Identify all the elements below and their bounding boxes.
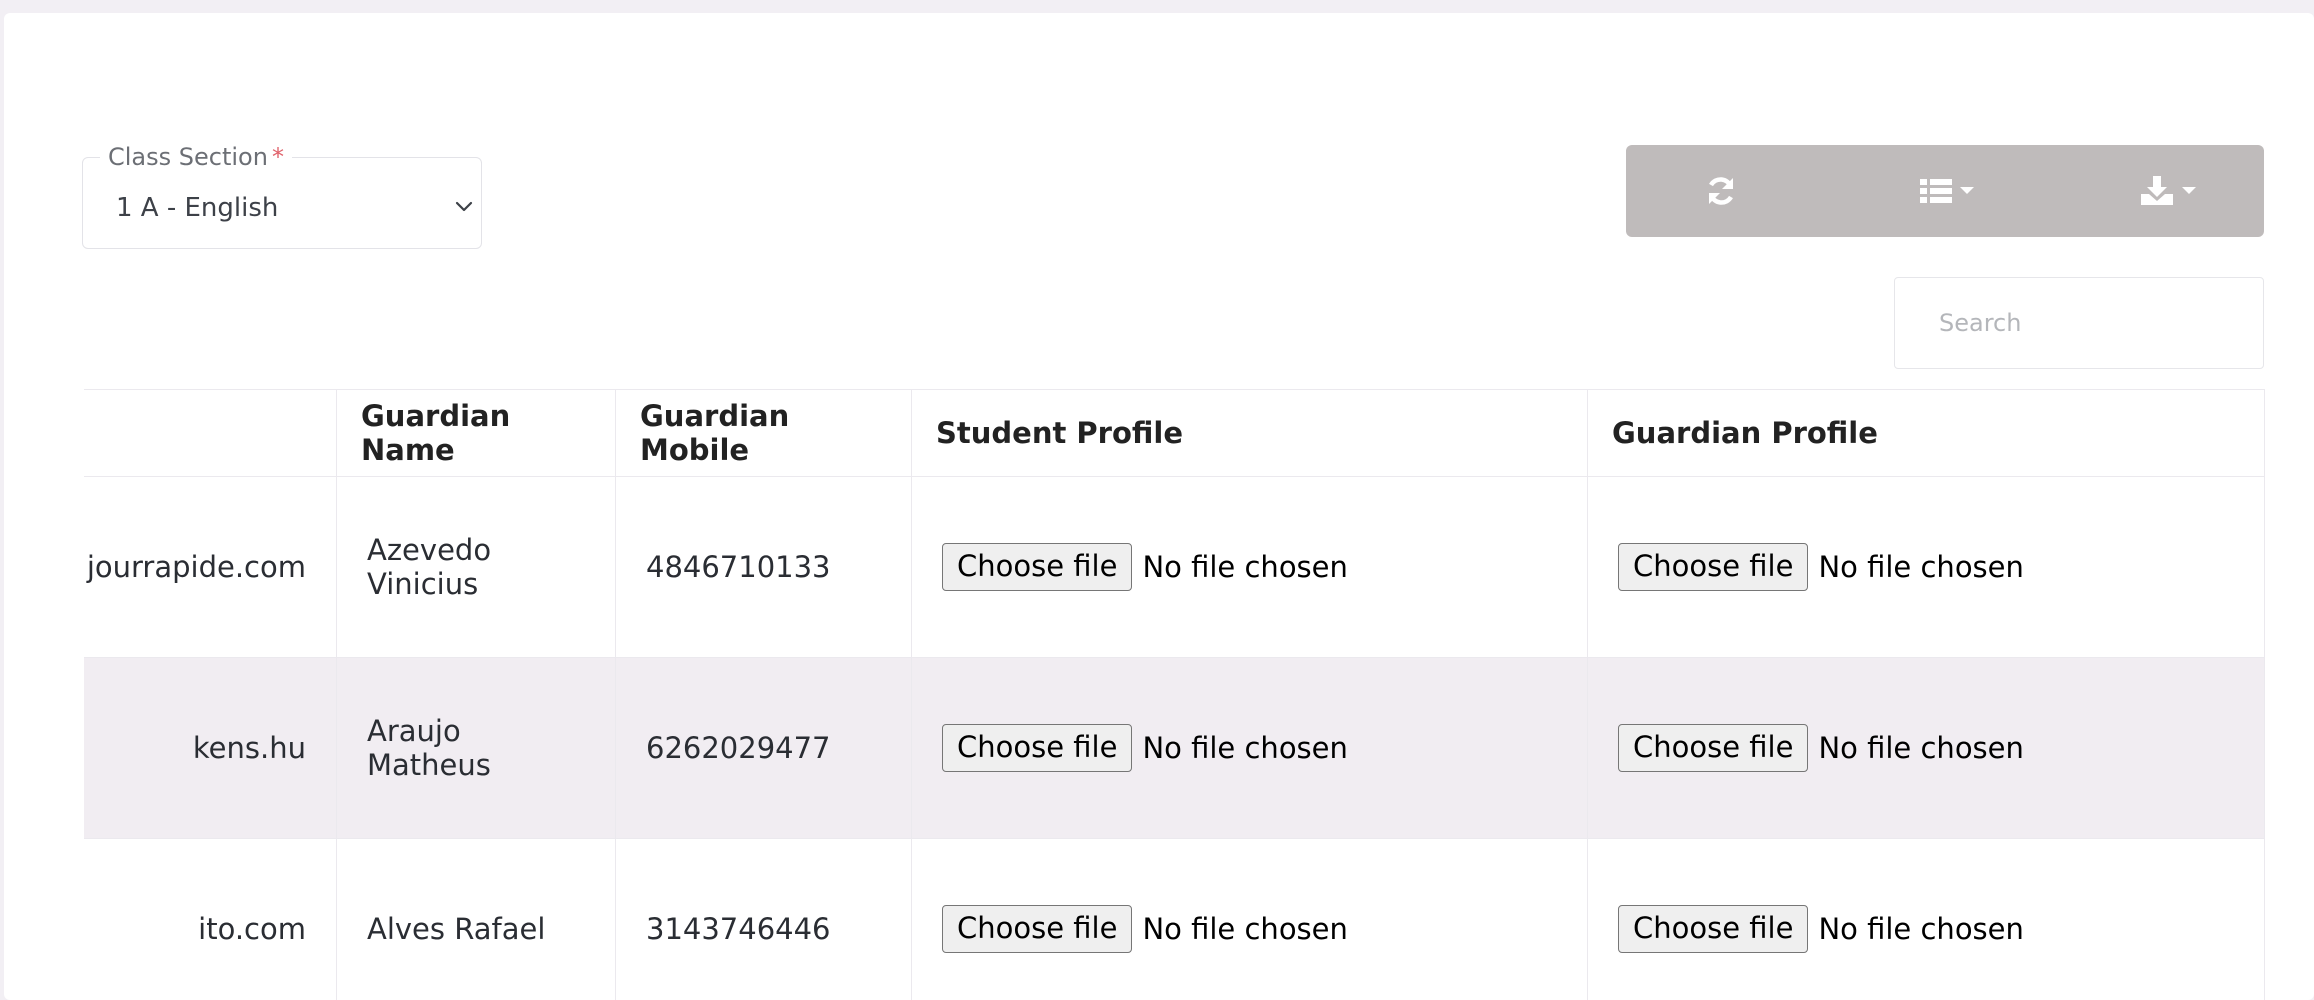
guardian-profile-cell: Choose file No file chosen xyxy=(1587,476,2265,658)
column-header-guardian-name[interactable]: Guardian Name xyxy=(336,389,616,477)
choose-file-button[interactable]: Choose file xyxy=(1618,724,1809,772)
file-status: No file chosen xyxy=(1142,550,1348,584)
table-header-row: Guardian Name Guardian Mobile Student Pr… xyxy=(84,389,2265,477)
email-text: kens.hu xyxy=(192,731,306,765)
student-profile-cell: Choose file No file chosen xyxy=(911,838,1588,1000)
student-profile-cell: Choose file No file chosen xyxy=(911,657,1588,839)
column-header-email[interactable] xyxy=(84,389,337,477)
email-cell: kens.hu xyxy=(84,657,337,839)
file-status: No file chosen xyxy=(1142,731,1348,765)
student-profile-cell: Choose file No file chosen xyxy=(911,476,1588,658)
guardian-name-cell: Araujo Matheus xyxy=(336,657,616,839)
guardian-name-cell: Alves Rafael xyxy=(336,838,616,1000)
content-card: Class Section * 1 A - English Search Gua… xyxy=(4,13,2314,1000)
choose-file-button[interactable]: Choose file xyxy=(1618,543,1809,591)
choose-file-button[interactable]: Choose file xyxy=(1618,905,1809,953)
column-header-guardian-profile[interactable]: Guardian Profile xyxy=(1587,389,2265,477)
choose-file-button[interactable]: Choose file xyxy=(942,724,1133,772)
file-status: No file chosen xyxy=(1142,912,1348,946)
class-section-select[interactable]: Class Section * 1 A - English xyxy=(82,143,484,249)
class-section-label-text: Class Section xyxy=(108,143,268,171)
choose-file-button[interactable]: Choose file xyxy=(942,905,1133,953)
guardian-profile-cell: Choose file No file chosen xyxy=(1587,838,2265,1000)
refresh-icon xyxy=(1708,177,1734,205)
required-mark: * xyxy=(271,143,284,171)
chevron-down-icon xyxy=(455,201,473,212)
choose-file-button[interactable]: Choose file xyxy=(942,543,1133,591)
guardian-file-input[interactable]: Choose file No file chosen xyxy=(1612,905,2240,953)
guardian-file-input[interactable]: Choose file No file chosen xyxy=(1612,724,2240,772)
column-header-guardian-mobile[interactable]: Guardian Mobile xyxy=(615,389,912,477)
download-icon xyxy=(2141,176,2196,205)
guardian-file-input[interactable]: Choose file No file chosen xyxy=(1612,543,2240,591)
guardian-profile-cell: Choose file No file chosen xyxy=(1587,657,2265,839)
class-section-label: Class Section * xyxy=(100,143,292,171)
student-file-input[interactable]: Choose file No file chosen xyxy=(936,724,1563,772)
guardian-name-cell: Azevedo Vinicius xyxy=(336,476,616,658)
columns-list-icon xyxy=(1920,179,1974,203)
email-cell: ito.com xyxy=(84,838,337,1000)
file-status: No file chosen xyxy=(1818,731,2024,765)
table-row: kens.hu Araujo Matheus 6262029477 Choose… xyxy=(84,657,2265,839)
search-input[interactable] xyxy=(1894,277,2264,369)
student-file-input[interactable]: Choose file No file chosen xyxy=(936,905,1563,953)
email-cell: jourrapide.com xyxy=(84,476,337,658)
class-section-value: 1 A - English xyxy=(116,193,279,223)
file-status: No file chosen xyxy=(1818,912,2024,946)
table-toolbar xyxy=(1626,145,2264,237)
refresh-button[interactable] xyxy=(1626,145,1816,237)
file-status: No file chosen xyxy=(1818,550,2024,584)
email-text: ito.com xyxy=(198,912,306,946)
export-button[interactable] xyxy=(2088,145,2258,237)
column-header-student-profile[interactable]: Student Profile xyxy=(911,389,1588,477)
columns-toggle-button[interactable] xyxy=(1866,145,2036,237)
guardian-mobile-cell: 6262029477 xyxy=(615,657,912,839)
guardian-mobile-cell: 3143746446 xyxy=(615,838,912,1000)
student-file-input[interactable]: Choose file No file chosen xyxy=(936,543,1563,591)
table-row: ito.com Alves Rafael 3143746446 Choose f… xyxy=(84,838,2265,1000)
guardian-table: Guardian Name Guardian Mobile Student Pr… xyxy=(84,389,2266,1000)
email-text: jourrapide.com xyxy=(86,550,306,584)
guardian-mobile-cell: 4846710133 xyxy=(615,476,912,658)
table-row: jourrapide.com Azevedo Vinicius 48467101… xyxy=(84,476,2265,658)
